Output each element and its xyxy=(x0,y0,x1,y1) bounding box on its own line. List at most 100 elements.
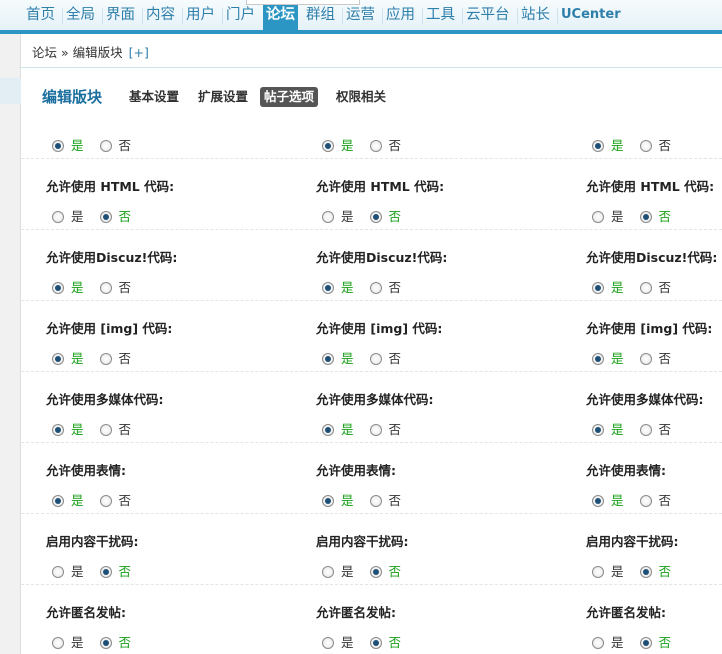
radio-checked-icon[interactable] xyxy=(99,637,112,649)
radio-checked-icon[interactable] xyxy=(52,495,64,507)
radio-no[interactable]: 否 xyxy=(639,419,671,438)
radio-unchecked-icon[interactable] xyxy=(99,495,112,507)
radio-no[interactable]: 否 xyxy=(369,490,401,509)
radio-unchecked-icon[interactable] xyxy=(639,424,652,436)
radio-yes[interactable]: 是 xyxy=(592,348,624,367)
nav-item-3[interactable]: 界面 xyxy=(106,3,135,29)
radio-unchecked-icon[interactable] xyxy=(369,424,382,436)
radio-checked-icon[interactable] xyxy=(322,495,334,507)
radio-yes[interactable]: 是 xyxy=(592,632,624,651)
nav-item-1[interactable]: 首页 xyxy=(26,3,55,29)
radio-checked-icon[interactable] xyxy=(592,282,604,294)
add-forum-link[interactable]: [+] xyxy=(129,45,149,60)
radio-no[interactable]: 否 xyxy=(639,561,671,580)
radio-checked-icon[interactable] xyxy=(52,140,64,152)
radio-unchecked-icon[interactable] xyxy=(52,637,64,649)
radio-unchecked-icon[interactable] xyxy=(99,353,112,365)
radio-no[interactable]: 否 xyxy=(99,135,131,154)
radio-yes[interactable]: 是 xyxy=(52,632,84,651)
radio-no[interactable]: 否 xyxy=(99,277,131,296)
radio-unchecked-icon[interactable] xyxy=(639,140,652,152)
radio-no[interactable]: 否 xyxy=(99,419,131,438)
nav-item-10[interactable]: 应用 xyxy=(386,3,415,29)
nav-item-6[interactable]: 门户 xyxy=(226,3,255,29)
radio-checked-icon[interactable] xyxy=(99,211,112,223)
radio-checked-icon[interactable] xyxy=(322,282,334,294)
radio-yes[interactable]: 是 xyxy=(592,206,624,225)
radio-yes[interactable]: 是 xyxy=(322,348,354,367)
nav-item-9[interactable]: 运营 xyxy=(346,3,375,29)
radio-checked-icon[interactable] xyxy=(639,211,652,223)
radio-checked-icon[interactable] xyxy=(52,282,64,294)
radio-yes[interactable]: 是 xyxy=(322,135,354,154)
radio-yes[interactable]: 是 xyxy=(322,419,354,438)
radio-yes[interactable]: 是 xyxy=(322,632,354,651)
radio-yes[interactable]: 是 xyxy=(52,277,84,296)
radio-no[interactable]: 否 xyxy=(369,277,401,296)
radio-no[interactable]: 否 xyxy=(369,419,401,438)
nav-item-2[interactable]: 全局 xyxy=(66,3,95,29)
radio-yes[interactable]: 是 xyxy=(52,490,84,509)
radio-no[interactable]: 否 xyxy=(369,135,401,154)
radio-unchecked-icon[interactable] xyxy=(369,495,382,507)
radio-yes[interactable]: 是 xyxy=(322,561,354,580)
radio-unchecked-icon[interactable] xyxy=(369,353,382,365)
radio-no[interactable]: 否 xyxy=(639,632,671,651)
radio-yes[interactable]: 是 xyxy=(592,135,624,154)
radio-checked-icon[interactable] xyxy=(322,424,334,436)
radio-checked-icon[interactable] xyxy=(322,353,334,365)
radio-yes[interactable]: 是 xyxy=(592,561,624,580)
radio-no[interactable]: 否 xyxy=(639,135,671,154)
nav-item-13[interactable]: 站长 xyxy=(521,3,550,29)
radio-unchecked-icon[interactable] xyxy=(369,282,382,294)
radio-yes[interactable]: 是 xyxy=(592,277,624,296)
nav-item-7[interactable]: 论坛 xyxy=(263,1,298,31)
radio-no[interactable]: 否 xyxy=(639,206,671,225)
radio-unchecked-icon[interactable] xyxy=(592,211,604,223)
radio-checked-icon[interactable] xyxy=(369,566,382,578)
radio-unchecked-icon[interactable] xyxy=(52,211,64,223)
radio-yes[interactable]: 是 xyxy=(592,490,624,509)
radio-no[interactable]: 否 xyxy=(639,348,671,367)
radio-yes[interactable]: 是 xyxy=(322,206,354,225)
radio-checked-icon[interactable] xyxy=(322,140,334,152)
radio-yes[interactable]: 是 xyxy=(592,419,624,438)
radio-yes[interactable]: 是 xyxy=(52,135,84,154)
radio-unchecked-icon[interactable] xyxy=(322,637,334,649)
radio-unchecked-icon[interactable] xyxy=(592,566,604,578)
radio-no[interactable]: 否 xyxy=(99,206,131,225)
radio-checked-icon[interactable] xyxy=(639,566,652,578)
radio-unchecked-icon[interactable] xyxy=(369,140,382,152)
radio-yes[interactable]: 是 xyxy=(322,277,354,296)
radio-checked-icon[interactable] xyxy=(592,140,604,152)
radio-checked-icon[interactable] xyxy=(369,211,382,223)
radio-no[interactable]: 否 xyxy=(99,348,131,367)
radio-unchecked-icon[interactable] xyxy=(639,282,652,294)
radio-checked-icon[interactable] xyxy=(52,353,64,365)
radio-checked-icon[interactable] xyxy=(99,566,112,578)
nav-item-8[interactable]: 群组 xyxy=(306,3,335,29)
radio-no[interactable]: 否 xyxy=(99,490,131,509)
radio-unchecked-icon[interactable] xyxy=(592,637,604,649)
radio-no[interactable]: 否 xyxy=(99,561,131,580)
nav-item-12[interactable]: 云平台 xyxy=(466,3,510,29)
nav-item-4[interactable]: 内容 xyxy=(146,3,175,29)
radio-checked-icon[interactable] xyxy=(639,637,652,649)
nav-item-14[interactable]: UCenter xyxy=(561,3,621,29)
radio-checked-icon[interactable] xyxy=(592,495,604,507)
radio-yes[interactable]: 是 xyxy=(52,419,84,438)
tab-1[interactable]: 基本设置 xyxy=(125,87,183,107)
radio-unchecked-icon[interactable] xyxy=(99,140,112,152)
radio-yes[interactable]: 是 xyxy=(52,348,84,367)
tab-4[interactable]: 权限相关 xyxy=(332,87,390,107)
radio-unchecked-icon[interactable] xyxy=(99,282,112,294)
radio-no[interactable]: 否 xyxy=(369,632,401,651)
radio-no[interactable]: 否 xyxy=(639,277,671,296)
radio-checked-icon[interactable] xyxy=(52,424,64,436)
tab-2[interactable]: 扩展设置 xyxy=(194,87,252,107)
radio-no[interactable]: 否 xyxy=(99,632,131,651)
radio-yes[interactable]: 是 xyxy=(52,561,84,580)
nav-item-11[interactable]: 工具 xyxy=(426,3,455,29)
radio-no[interactable]: 否 xyxy=(369,206,401,225)
radio-yes[interactable]: 是 xyxy=(322,490,354,509)
